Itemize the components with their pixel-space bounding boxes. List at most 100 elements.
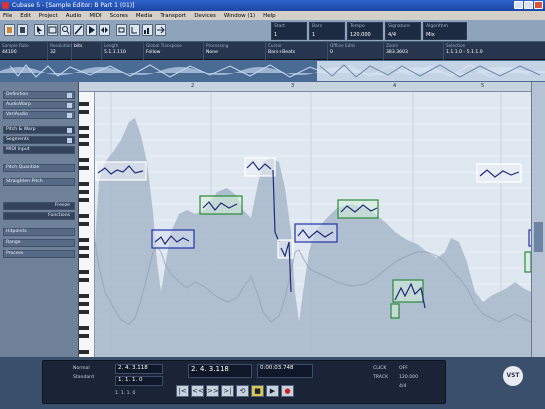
click-off[interactable]: OFF [399, 366, 408, 371]
tempo-track-label[interactable]: TRACK [373, 375, 388, 380]
go-to-start-button[interactable]: |< [176, 385, 189, 397]
object-select-icon[interactable] [34, 24, 45, 36]
inspector-audiowarp[interactable]: AudioWarp [3, 101, 75, 109]
menu-edit[interactable]: Edit [20, 13, 31, 19]
solo-icon[interactable] [4, 24, 15, 36]
vertical-scrollbar[interactable] [531, 82, 545, 357]
ruler-mark: 3 [291, 83, 295, 89]
ruler-mark: 4 [393, 83, 397, 89]
secondary-time-display[interactable]: 0:00:03.748 [257, 364, 313, 378]
pitch-editor-area[interactable] [95, 92, 531, 357]
ruler-mark: 2 [191, 83, 195, 89]
inspector-segments[interactable]: Segments [3, 136, 75, 144]
transport-panel: Normal Standard 2. 4. 3.118 1. 1. 1. 0 2… [42, 360, 446, 404]
checkbox-icon[interactable] [67, 103, 72, 108]
ruler-mark: 5 [481, 83, 485, 89]
scrub-icon[interactable] [99, 24, 110, 36]
maximize-button[interactable] [524, 1, 533, 9]
draw-icon[interactable] [73, 24, 84, 36]
inspector-pitch-warp[interactable]: Pitch & Warp [3, 126, 75, 134]
bottom-bar: Normal Standard 2. 4. 3.118 1. 1. 1. 0 2… [0, 357, 545, 409]
mode-standard[interactable]: Standard [73, 375, 94, 380]
menu-midi[interactable]: MIDI [89, 13, 101, 19]
snap-icon[interactable] [129, 24, 140, 36]
scrollbar-thumb[interactable] [534, 222, 543, 252]
checkbox-icon[interactable] [67, 128, 72, 133]
menu-project[interactable]: Project [39, 13, 58, 19]
menu-audio[interactable]: Audio [66, 13, 82, 19]
inspector-pitch-quantize[interactable]: Pitch Quantize [3, 164, 75, 172]
app-icon [2, 2, 9, 9]
menu-media[interactable]: Media [136, 13, 153, 19]
click-label[interactable]: CLICK [373, 366, 386, 371]
info-line: Sample Rate 44100 Resolution 32 bits Len… [0, 42, 545, 60]
window-title: Cubase 5 - [Sample Editor: B Part 1 (01)… [12, 2, 135, 9]
inspector-panel: Definition AudioWarp VariAudio Pitch & W… [0, 82, 79, 357]
inspector-midi-input[interactable]: MIDI Input [3, 146, 75, 154]
info-cursor[interactable]: Cursor Bars+Beats [266, 42, 328, 60]
inspector-variaudio[interactable]: VariAudio [3, 111, 75, 119]
pitch-segment[interactable] [390, 303, 400, 319]
overview-waveform[interactable] [0, 60, 545, 82]
info-resolution[interactable]: Resolution 32 [48, 42, 72, 60]
cycle-button[interactable]: ⟲ [236, 385, 249, 397]
menu-scores[interactable]: Scores [110, 13, 128, 19]
menu-transport[interactable]: Transport [160, 13, 186, 19]
algorithm-field[interactable]: Algorithm Mix [423, 22, 467, 40]
play-button[interactable]: ▶ [266, 385, 279, 397]
pitch-segment[interactable] [244, 157, 276, 177]
vst-logo: VST [503, 366, 523, 386]
autoscroll-icon[interactable] [155, 24, 166, 36]
info-offline-edits[interactable]: Offline Edits 0 [328, 42, 384, 60]
info-selection[interactable]: Selection 1.1.1.0 - 5.1.1.0 [444, 42, 545, 60]
right-locator-display[interactable]: 1. 1. 1. 0 [115, 376, 163, 386]
close-button[interactable] [534, 1, 543, 9]
checkbox-icon[interactable] [67, 93, 72, 98]
menu-help[interactable]: Help [263, 13, 276, 19]
go-to-end-button[interactable]: >| [221, 385, 234, 397]
inspector-range[interactable]: Range [3, 239, 75, 247]
inspector-functions[interactable]: Functions [3, 212, 75, 220]
menu-devices[interactable]: Devices [194, 13, 216, 19]
mode-normal[interactable]: Normal [73, 366, 90, 371]
info-resolution-unit: bits [72, 42, 102, 60]
tempo-value: 120.000 [399, 375, 418, 380]
stop-button[interactable]: ■ [251, 385, 264, 397]
info-global-transpose[interactable]: Global Transpose Follow [144, 42, 204, 60]
range-select-icon[interactable] [47, 24, 58, 36]
title-bar: Cubase 5 - [Sample Editor: B Part 1 (01)… [0, 0, 545, 11]
loop-icon[interactable] [116, 24, 127, 36]
menu-bar: File Edit Project Audio MIDI Scores Medi… [0, 11, 545, 20]
info-icon[interactable] [17, 24, 28, 36]
fast-forward-button[interactable]: >> [206, 385, 219, 397]
inspector-straighten-pitch[interactable]: Straighten Pitch [3, 178, 75, 186]
info-zoom[interactable]: Zoom 383.3603 [384, 42, 444, 60]
play-tool-icon[interactable] [86, 24, 97, 36]
menu-file[interactable]: File [3, 13, 12, 19]
zoom-icon[interactable] [60, 24, 71, 36]
inspector-hitpoints[interactable]: Hitpoints [3, 228, 75, 236]
inspector-freeze[interactable]: Freeze [3, 202, 75, 210]
info-sample-rate[interactable]: Sample Rate 44100 [0, 42, 48, 60]
start-field[interactable]: Start 1 [271, 22, 307, 40]
inspector-process[interactable]: Process [3, 250, 75, 258]
minimize-button[interactable] [514, 1, 523, 9]
piano-keyboard[interactable] [79, 92, 95, 357]
checkbox-icon[interactable] [67, 113, 72, 118]
level-icon[interactable] [142, 24, 153, 36]
rewind-button[interactable]: << [191, 385, 204, 397]
record-button[interactable]: ● [281, 385, 294, 397]
timeline-ruler[interactable]: 2 3 4 5 [79, 82, 531, 92]
info-processing[interactable]: Processing None [204, 42, 266, 60]
tempo-field[interactable]: Tempo 120.000 [347, 22, 383, 40]
inspector-definition[interactable]: Definition [3, 91, 75, 99]
signature-value: 4/4 [399, 384, 407, 389]
menu-window[interactable]: Window (1) [224, 13, 255, 19]
signature-field[interactable]: Signature 4/4 [385, 22, 421, 40]
left-locator-display[interactable]: 2. 4. 3.118 [115, 364, 163, 374]
bars-field[interactable]: Bars 1 [309, 22, 345, 40]
checkbox-icon[interactable] [67, 138, 72, 143]
window-controls [514, 1, 543, 9]
primary-time-display[interactable]: 2. 4. 3.118 [188, 364, 252, 378]
info-length[interactable]: Length 5.1.1.110 [102, 42, 144, 60]
